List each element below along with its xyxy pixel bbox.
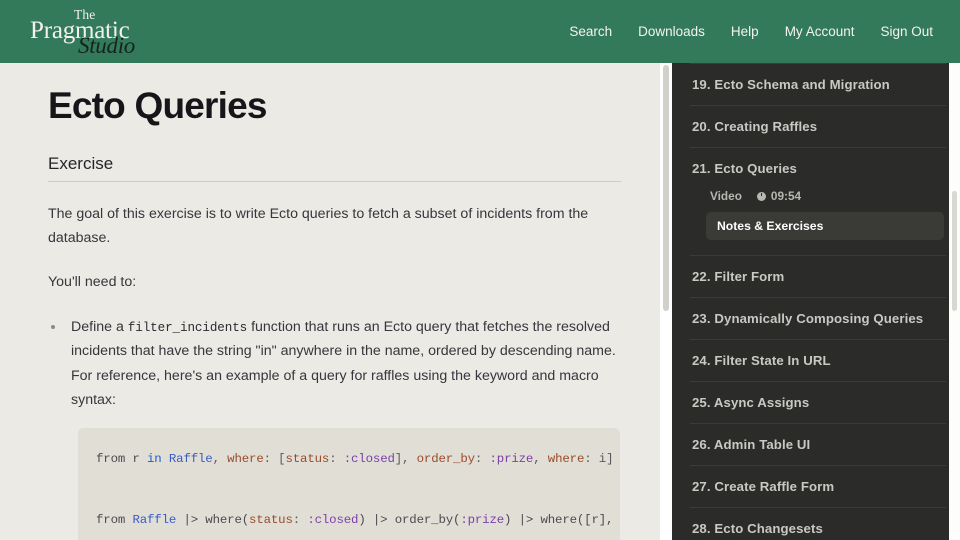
lesson-title[interactable]: 24. Filter State In URL	[692, 353, 944, 368]
clock-icon	[756, 191, 766, 201]
site-logo[interactable]: The Pragmatic Studio	[30, 6, 160, 58]
lesson-title[interactable]: 28. Ecto Changesets	[692, 521, 944, 536]
nav-my-account[interactable]: My Account	[785, 24, 855, 39]
nav-search[interactable]: Search	[569, 24, 612, 39]
intro-paragraph: The goal of this exercise is to write Ec…	[48, 205, 589, 246]
code-l1-t4: : [	[263, 451, 286, 466]
nav-downloads[interactable]: Downloads	[638, 24, 705, 39]
code-l1-t5: :	[329, 451, 344, 466]
code-l1-key-where-2: where	[547, 451, 585, 466]
lesson-title[interactable]: 20. Creating Raffles	[692, 119, 944, 134]
code-l1-t1: from r	[96, 451, 147, 466]
lesson-title[interactable]: 23. Dynamically Composing Queries	[692, 311, 944, 326]
main-content-panel: Ecto Queries Exercise The goal of this e…	[0, 63, 672, 540]
sidebar-item-lesson-24[interactable]: 24. Filter State In URL	[690, 340, 946, 382]
sidebar-scrollbar-thumb[interactable]	[952, 191, 957, 311]
video-duration: 09:54	[756, 189, 802, 203]
course-sidebar-panel: 19. Ecto Schema and Migration 20. Creati…	[672, 63, 960, 540]
course-lesson-list: 19. Ecto Schema and Migration 20. Creati…	[672, 63, 960, 540]
sidebar-item-lesson-28[interactable]: 28. Ecto Changesets	[690, 508, 946, 540]
code-l2-t4: ) |> order_by(	[358, 512, 461, 527]
sidebar-item-lesson-23[interactable]: 23. Dynamically Composing Queries	[690, 298, 946, 340]
code-l2-t2: |> where(	[176, 512, 250, 527]
code-l1-t2	[162, 452, 169, 466]
code-content: from r in Raffle, where: [status: :close…	[78, 444, 620, 540]
lesson-title[interactable]: 27. Create Raffle Form	[692, 479, 944, 494]
code-l1-t3: ,	[212, 451, 228, 466]
task-list: Define a filter_incidents function that …	[48, 315, 624, 413]
lesson-notes: Ecto Queries Exercise The goal of this e…	[0, 63, 660, 540]
page-body: Ecto Queries Exercise The goal of this e…	[0, 63, 960, 540]
code-l2-t1: from	[96, 512, 133, 527]
code-l2-t3: :	[292, 512, 308, 527]
main-scrollbar-thumb[interactable]	[663, 65, 669, 311]
lesson-title[interactable]: 25. Async Assigns	[692, 395, 944, 410]
lesson-resources: Video 09:54	[710, 189, 944, 203]
main-vertical-scrollbar[interactable]	[660, 63, 672, 540]
page-title: Ecto Queries	[48, 85, 267, 126]
sidebar-item-lesson-27[interactable]: 27. Create Raffle Form	[690, 466, 946, 508]
duration-text: 09:54	[770, 189, 802, 203]
code-l1-key-status: status	[285, 451, 330, 466]
sidebar-item-lesson-25[interactable]: 25. Async Assigns	[690, 382, 946, 424]
code-l1-t8: ,	[533, 451, 548, 466]
code-l1-t7: :	[474, 451, 490, 466]
code-l2-module-raffle: Raffle	[132, 512, 177, 527]
video-link[interactable]: Video	[710, 189, 742, 203]
code-l2-key-status: status	[249, 512, 293, 527]
code-block: from r in Raffle, where: [status: :close…	[78, 427, 620, 540]
nav-help[interactable]: Help	[731, 24, 759, 39]
sidebar-vertical-scrollbar[interactable]	[949, 63, 960, 540]
code-l1-key-order-by: order_by	[416, 451, 475, 466]
code-l1-t6: ],	[394, 451, 417, 466]
code-l1-keyword-in: in	[147, 451, 162, 466]
code-l1-atom-closed: :closed	[343, 451, 395, 466]
lesson-title[interactable]: 21. Ecto Queries	[692, 161, 944, 176]
code-l1-atom-prize: :prize	[489, 451, 534, 466]
code-l2-atom-closed: :closed	[307, 512, 359, 527]
code-l2-atom-prize: :prize	[460, 512, 505, 527]
bullet-prefix-text: Define a	[71, 318, 128, 335]
notes-and-exercises-link[interactable]: Notes & Exercises	[706, 212, 944, 240]
lesson-title[interactable]: 19. Ecto Schema and Migration	[692, 77, 944, 92]
main-navigation: Search Downloads Help My Account Sign Ou…	[569, 24, 933, 39]
code-l1-t9: : i]	[584, 451, 614, 466]
site-header: The Pragmatic Studio Search Downloads He…	[0, 0, 960, 63]
lesson-title[interactable]: 26. Admin Table UI	[692, 437, 944, 452]
sidebar-item-lesson-20[interactable]: 20. Creating Raffles	[690, 106, 946, 148]
sidebar-item-lesson-26[interactable]: 26. Admin Table UI	[690, 424, 946, 466]
sidebar-item-lesson-19[interactable]: 19. Ecto Schema and Migration	[690, 63, 946, 106]
section-heading-exercise: Exercise	[48, 154, 621, 182]
code-l2-t5: ) |> where([r],	[504, 512, 614, 527]
code-l1-key-where: where	[227, 451, 264, 466]
logo-text-studio: Studio	[78, 32, 135, 58]
list-item: Define a filter_incidents function that …	[48, 315, 624, 413]
sidebar-item-lesson-22[interactable]: 22. Filter Form	[690, 256, 946, 298]
sidebar-item-lesson-21[interactable]: 21. Ecto Queries Video 09:54 Notes & Exe…	[690, 148, 946, 256]
inline-code-filter-incidents: filter_incidents	[127, 320, 248, 335]
lesson-title[interactable]: 22. Filter Form	[692, 269, 944, 284]
instructions-lead: You'll need to:	[48, 274, 137, 291]
code-l1-module-raffle: Raffle	[168, 451, 213, 466]
nav-sign-out[interactable]: Sign Out	[880, 24, 933, 39]
app-window: The Pragmatic Studio Search Downloads He…	[0, 0, 960, 540]
